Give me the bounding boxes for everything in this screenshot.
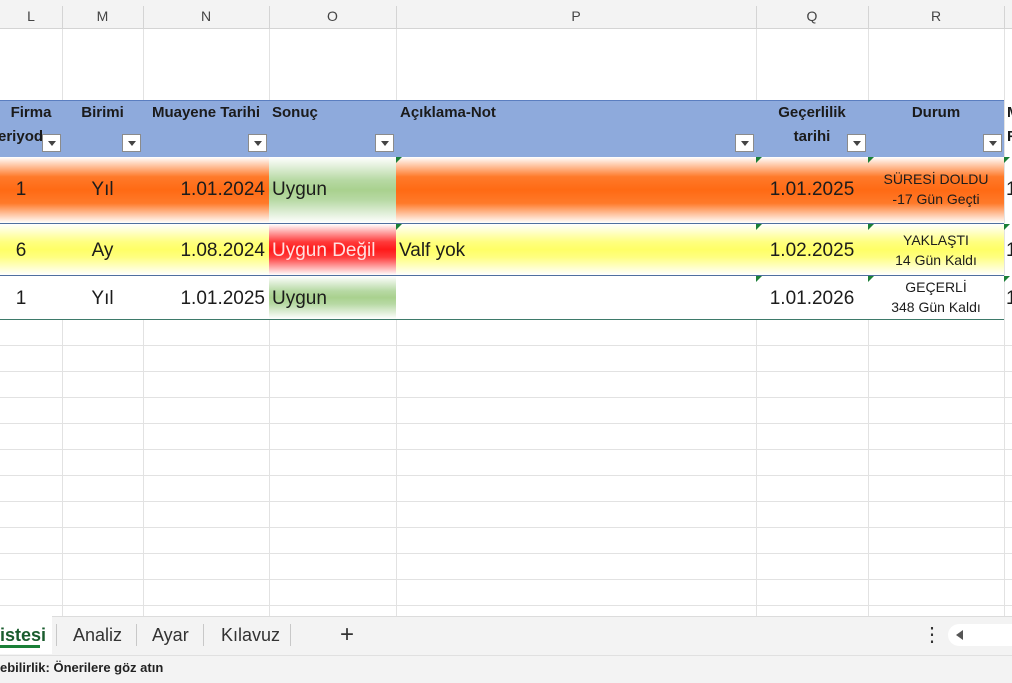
grid-line [0, 371, 1012, 372]
cell-result[interactable]: Uygun [272, 288, 396, 310]
error-indicator-icon [756, 157, 762, 163]
tab-separator [203, 624, 204, 646]
grid-line [0, 475, 1012, 476]
filter-dropdown-button[interactable] [122, 134, 141, 152]
error-indicator-icon [396, 224, 402, 230]
cell-extra[interactable]: 1 [1006, 288, 1012, 310]
column-header-o[interactable]: O [269, 0, 396, 28]
error-indicator-icon [868, 276, 874, 282]
cell-date[interactable]: 1.01.2024 [143, 179, 265, 201]
error-indicator-icon [1004, 224, 1010, 230]
active-tab-underline [0, 645, 40, 648]
cell-period[interactable]: 6 [0, 240, 42, 262]
sheet-tab-analiz[interactable]: Analiz [73, 616, 122, 654]
grid-line [0, 397, 1012, 398]
sheet-tab-ayar[interactable]: Ayar [152, 616, 189, 654]
cell-date[interactable]: 1.01.2025 [143, 288, 265, 310]
column-header-p[interactable]: P [396, 0, 756, 28]
filter-dropdown-button[interactable] [983, 134, 1002, 152]
filter-dropdown-button[interactable] [375, 134, 394, 152]
column-header-n[interactable]: N [143, 0, 269, 28]
header-extra[interactable]: M F [1004, 100, 1012, 156]
filter-dropdown-button[interactable] [847, 134, 866, 152]
column-header-q[interactable]: Q [756, 0, 868, 28]
cell-status[interactable]: YAKLAŞTI 14 Gün Kaldı [868, 230, 1004, 270]
more-options-icon[interactable]: ⋮ [922, 616, 942, 654]
grid-line [0, 501, 1012, 502]
column-header-r[interactable]: R [868, 0, 1004, 28]
grid-line [0, 527, 1012, 528]
grid-line [0, 449, 1012, 450]
error-indicator-icon [868, 157, 874, 163]
cell-unit[interactable]: Yıl [62, 179, 143, 201]
cell-valid-date[interactable]: 1.01.2025 [756, 179, 868, 201]
cell-valid-date[interactable]: 1.02.2025 [756, 240, 868, 262]
cell-extra[interactable]: 1 [1006, 179, 1012, 201]
error-indicator-icon [396, 157, 402, 163]
error-indicator-icon [756, 224, 762, 230]
header-aciklama-not[interactable]: Açıklama-Not [396, 100, 756, 156]
grid-line [0, 605, 1012, 606]
sheet-tab-kilavuz[interactable]: Kılavuz [221, 616, 280, 654]
horizontal-scrollbar[interactable] [948, 624, 1012, 646]
cell-status[interactable]: GEÇERLİ 348 Gün Kaldı [868, 277, 1004, 317]
sheet-tab-liste[interactable]: istesi [0, 616, 50, 654]
table-bottom-border [0, 319, 1004, 320]
add-sheet-icon[interactable]: + [340, 616, 354, 654]
grid-line [0, 423, 1012, 424]
cell-date[interactable]: 1.08.2024 [143, 240, 265, 262]
error-indicator-icon [868, 224, 874, 230]
cell-extra[interactable]: 1 [1006, 240, 1012, 262]
filter-dropdown-button[interactable] [42, 134, 61, 152]
accessibility-status[interactable]: ebilirlik: Önerilere göz atın [0, 660, 163, 675]
grid-line [0, 579, 1012, 580]
scroll-left-icon[interactable] [956, 630, 963, 640]
filter-dropdown-button[interactable] [248, 134, 267, 152]
cell-result[interactable]: Uygun [272, 179, 396, 201]
tab-separator [136, 624, 137, 646]
cell-unit[interactable]: Yıl [62, 288, 143, 310]
cell-unit[interactable]: Ay [62, 240, 143, 262]
cell-status[interactable]: SÜRESİ DOLDU -17 Gün Geçti [868, 169, 1004, 209]
error-indicator-icon [1004, 276, 1010, 282]
column-header-m[interactable]: M [62, 0, 143, 28]
cell-result[interactable]: Uygun Değil [272, 240, 396, 262]
tab-separator [290, 624, 291, 646]
grid-line [0, 553, 1012, 554]
column-divider [1004, 6, 1005, 28]
cell-note[interactable]: Valf yok [399, 240, 749, 262]
grid-line [0, 345, 1012, 346]
tab-separator [56, 624, 57, 646]
error-indicator-icon [756, 276, 762, 282]
filter-dropdown-button[interactable] [735, 134, 754, 152]
column-header-l[interactable]: L [0, 0, 62, 28]
error-indicator-icon [1004, 157, 1010, 163]
cell-valid-date[interactable]: 1.01.2026 [756, 288, 868, 310]
cell-period[interactable]: 1 [0, 288, 42, 310]
cell-period[interactable]: 1 [0, 179, 42, 201]
